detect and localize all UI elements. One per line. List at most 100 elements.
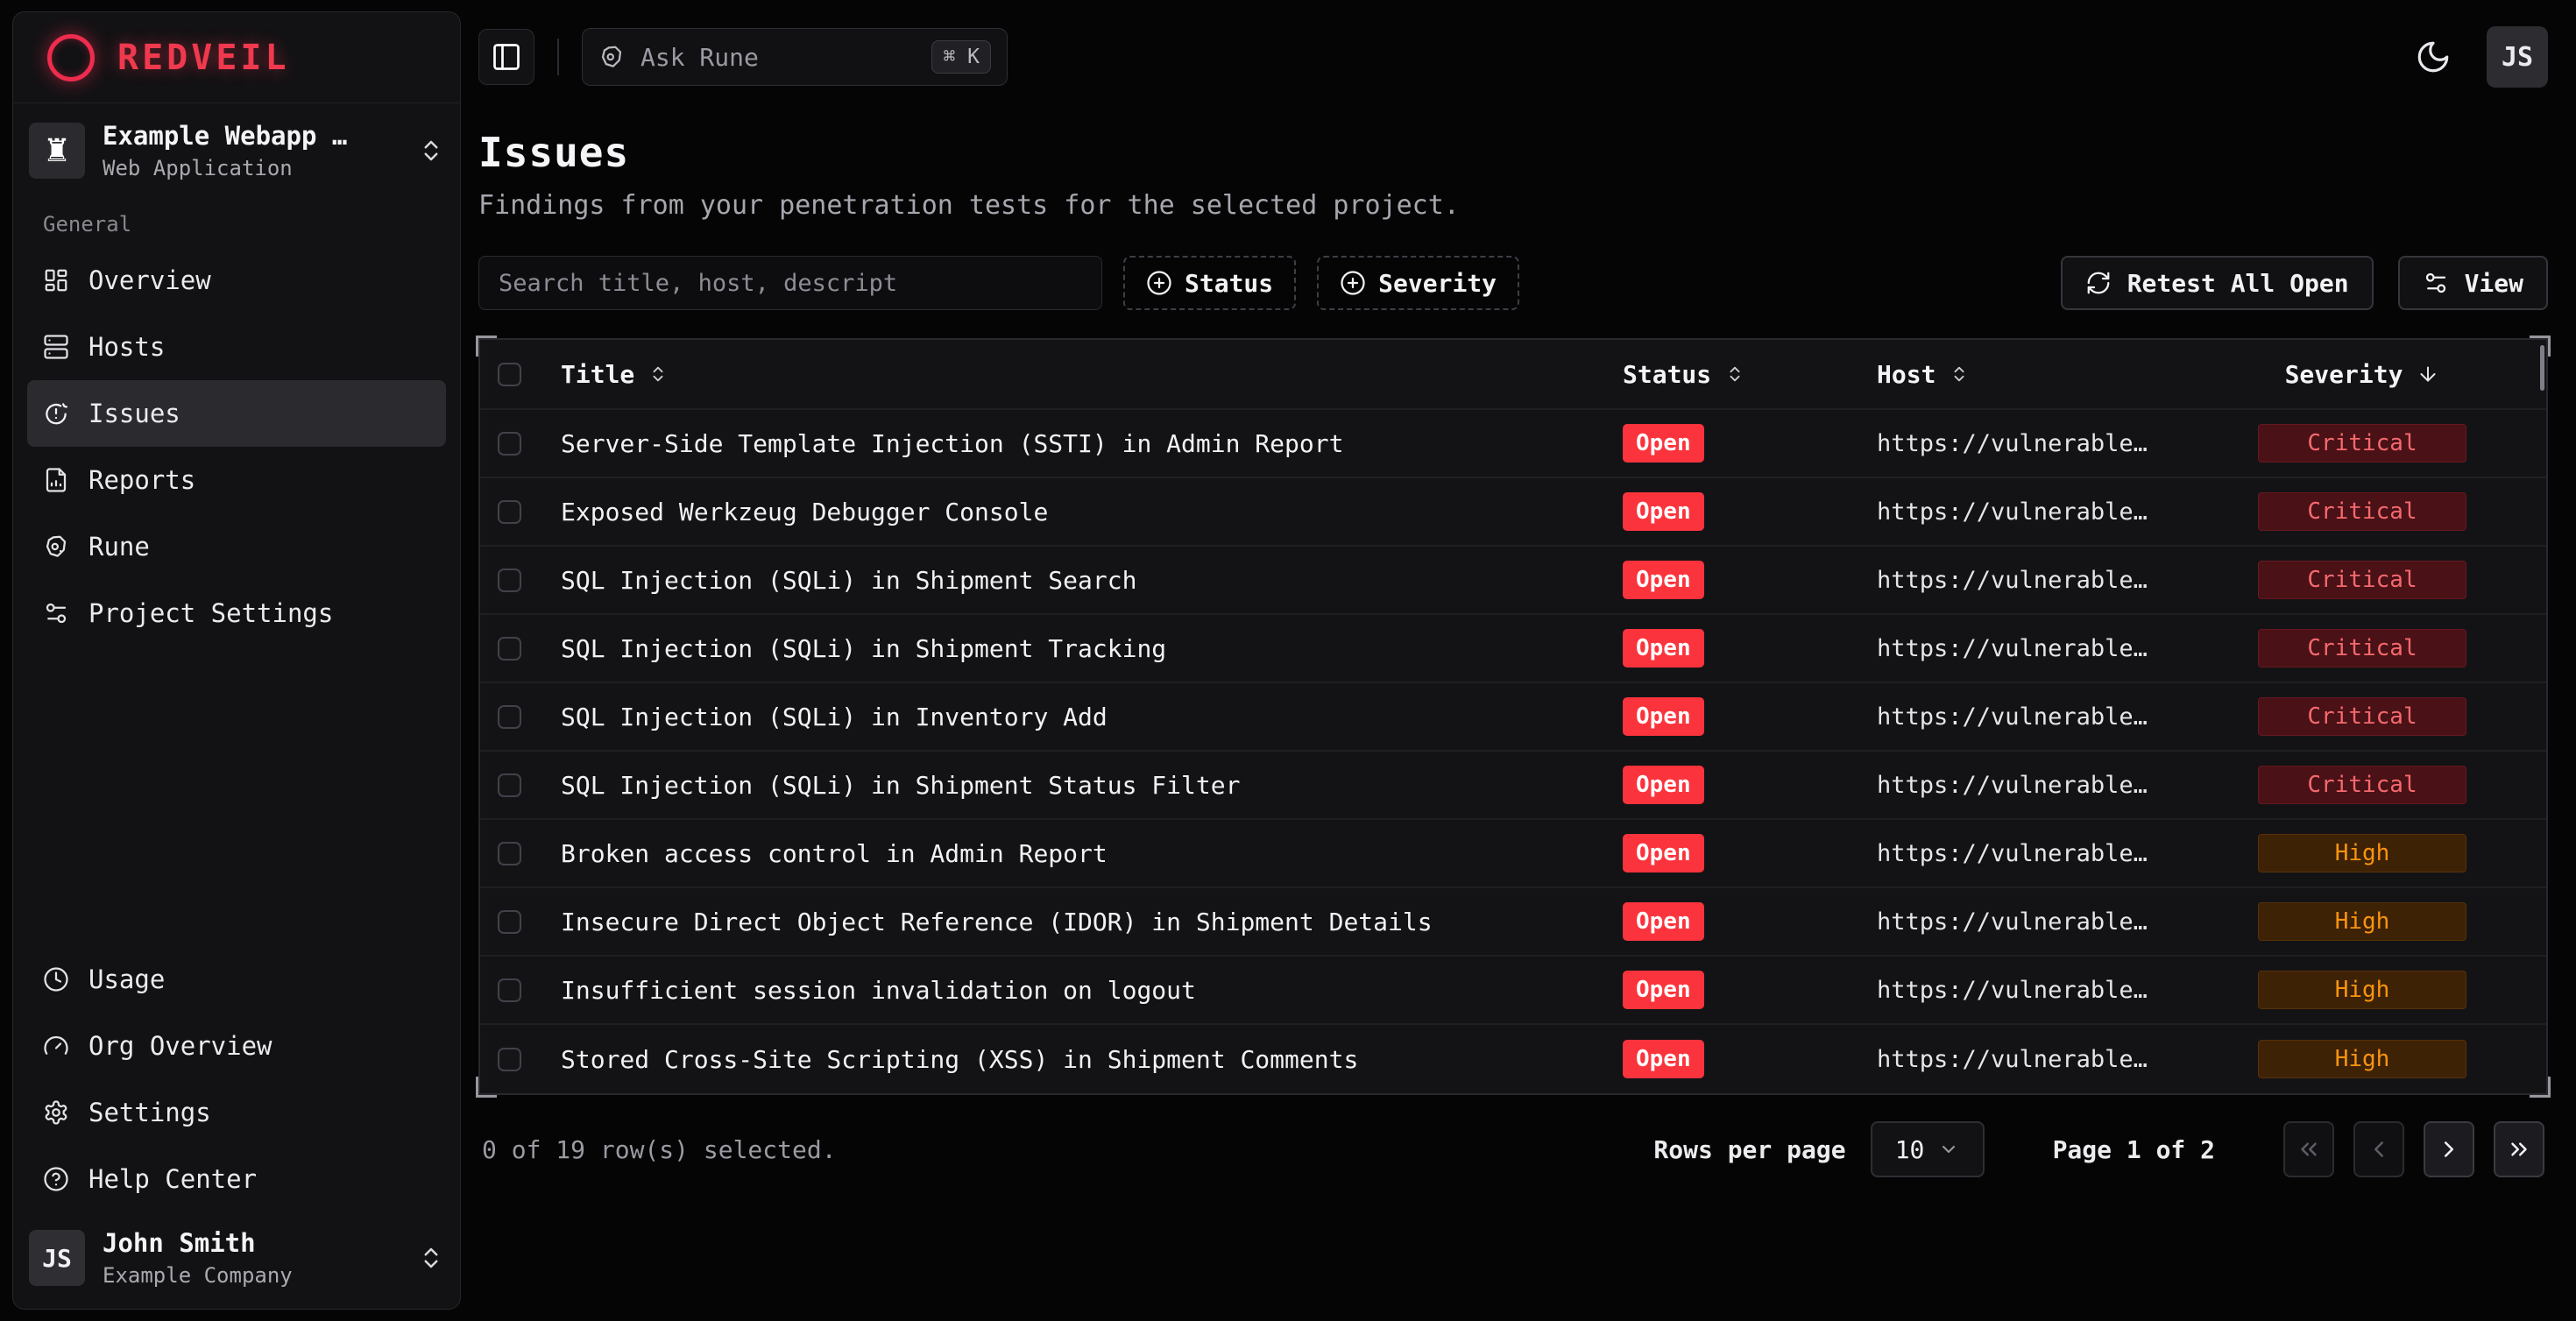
view-label: View [2465,269,2523,298]
row-checkbox[interactable] [498,500,521,524]
ask-rune-label: Ask Rune [640,43,759,72]
view-options-button[interactable]: View [2398,256,2548,310]
project-name: Example Webapp … [103,121,347,151]
row-checkbox[interactable] [498,637,521,660]
row-checkbox[interactable] [498,978,521,1002]
column-header-status[interactable]: Status [1609,360,1828,389]
select-all-checkbox[interactable] [498,363,521,386]
sidebar-item-label: Org Overview [88,1031,272,1061]
scrollbar-thumb[interactable] [2540,345,2544,391]
moon-icon [2415,39,2452,75]
status-badge: Open [1623,697,1704,736]
topbar-divider [557,39,559,75]
sort-icon [1725,364,1744,384]
issue-title: SQL Injection (SQLi) in Inventory Add [561,703,1609,731]
status-filter-button[interactable]: Status [1123,256,1296,310]
table-row[interactable]: SQL Injection (SQLi) in Shipment Status … [480,752,2546,820]
severity-badge: High [2258,971,2466,1009]
issue-host: https://vulnerable… [1828,1046,2196,1073]
severity-badge: High [2258,902,2466,941]
topbar-avatar[interactable]: JS [2487,26,2548,88]
row-checkbox[interactable] [498,842,521,865]
sidebar-item-org-overview[interactable]: Org Overview [27,1013,446,1079]
sidebar-item-help-center[interactable]: Help Center [27,1146,446,1212]
column-label: Status [1623,360,1711,389]
sidebar-item-label: Project Settings [88,598,333,628]
table-row[interactable]: Broken access control in Admin Report Op… [480,820,2546,888]
prev-page-button[interactable] [2353,1121,2404,1177]
sidebar-item-label: Issues [88,399,180,428]
column-header-severity[interactable]: Severity [2196,360,2529,389]
sidebar-item-usage[interactable]: Usage [27,946,446,1013]
chevron-left-icon [2366,1136,2392,1162]
issues-table: Title Status Host Severity [478,338,2548,1095]
table-row[interactable]: Insecure Direct Object Reference (IDOR) … [480,888,2546,957]
row-checkbox[interactable] [498,432,521,456]
sidebar-item-rune[interactable]: Rune [27,513,446,580]
row-checkbox[interactable] [498,705,521,729]
table-row[interactable]: SQL Injection (SQLi) in Shipment Trackin… [480,615,2546,683]
table-row[interactable]: Exposed Werkzeug Debugger Console Open h… [480,478,2546,547]
last-page-button[interactable] [2494,1121,2544,1177]
table-row[interactable]: SQL Injection (SQLi) in Inventory Add Op… [480,683,2546,752]
table-row[interactable]: SQL Injection (SQLi) in Shipment Search … [480,547,2546,615]
bug-alert-icon [43,400,69,427]
status-badge: Open [1623,766,1704,804]
sidebar-item-settings[interactable]: Settings [27,1079,446,1146]
sidebar-item-reports[interactable]: Reports [27,447,446,513]
status-badge: Open [1623,971,1704,1009]
issue-title: Insecure Direct Object Reference (IDOR) … [561,908,1609,936]
main-content: Ask Rune ⌘ K JS Issues Findings from you… [461,11,2564,1310]
table-row[interactable]: Insufficient session invalidation on log… [480,957,2546,1025]
search-input[interactable] [478,256,1102,310]
brand-name: REDVEIL [117,38,290,78]
project-type: Web Application [103,156,347,180]
row-checkbox[interactable] [498,910,521,934]
page-header: Issues Findings from your penetration te… [478,129,2548,221]
row-checkbox[interactable] [498,1048,521,1071]
column-header-title[interactable]: Title [561,360,1609,389]
table-row[interactable]: Stored Cross-Site Scripting (XSS) in Shi… [480,1025,2546,1093]
ask-rune-button[interactable]: Ask Rune ⌘ K [582,28,1008,86]
table-body: Server-Side Template Injection (SSTI) in… [480,410,2546,1093]
chevron-down-icon [1938,1139,1959,1160]
table-header-row: Title Status Host Severity [480,340,2546,410]
sort-icon [648,364,668,384]
column-header-host[interactable]: Host [1828,360,2196,389]
rows-per-page-label: Rows per page [1653,1135,1845,1164]
sidebar-section-label: General [27,212,446,237]
rows-per-page-select[interactable]: 10 [1871,1121,1985,1177]
server-icon [43,334,69,360]
sidebar-item-overview[interactable]: Overview [27,247,446,314]
status-badge: Open [1623,561,1704,599]
status-badge: Open [1623,902,1704,941]
gear-icon [43,1099,69,1126]
row-checkbox[interactable] [498,569,521,592]
row-checkbox[interactable] [498,774,521,797]
corner-bracket [2530,1077,2551,1098]
table-row[interactable]: Server-Side Template Injection (SSTI) in… [480,410,2546,478]
user-company: Example Company [103,1263,293,1288]
user-menu[interactable]: JS John Smith Example Company [27,1228,446,1288]
chevrons-up-down-icon [418,138,444,164]
retest-all-open-button[interactable]: Retest All Open [2061,256,2374,310]
file-chart-icon [43,467,69,493]
status-badge: Open [1623,1040,1704,1078]
sidebar-toggle-button[interactable] [478,29,534,85]
first-page-button[interactable] [2283,1121,2334,1177]
next-page-button[interactable] [2424,1121,2474,1177]
rock-icon [43,533,69,560]
sidebar-item-issues[interactable]: Issues [27,380,446,447]
filter-toolbar: Status Severity Retest All Open View [478,256,2548,310]
sidebar-item-hosts[interactable]: Hosts [27,314,446,380]
project-switcher[interactable]: ♜ Example Webapp … Web Application [27,121,446,180]
sidebar-spacer [27,646,446,946]
plus-circle-icon [1340,270,1366,296]
theme-toggle-button[interactable] [2415,39,2452,75]
severity-filter-button[interactable]: Severity [1317,256,1519,310]
chevron-right-icon [2436,1136,2462,1162]
sidebar-item-project-settings[interactable]: Project Settings [27,580,446,646]
help-circle-icon [43,1166,69,1192]
chevrons-up-down-icon [418,1245,444,1271]
sidebar-item-label: Settings [88,1098,211,1127]
